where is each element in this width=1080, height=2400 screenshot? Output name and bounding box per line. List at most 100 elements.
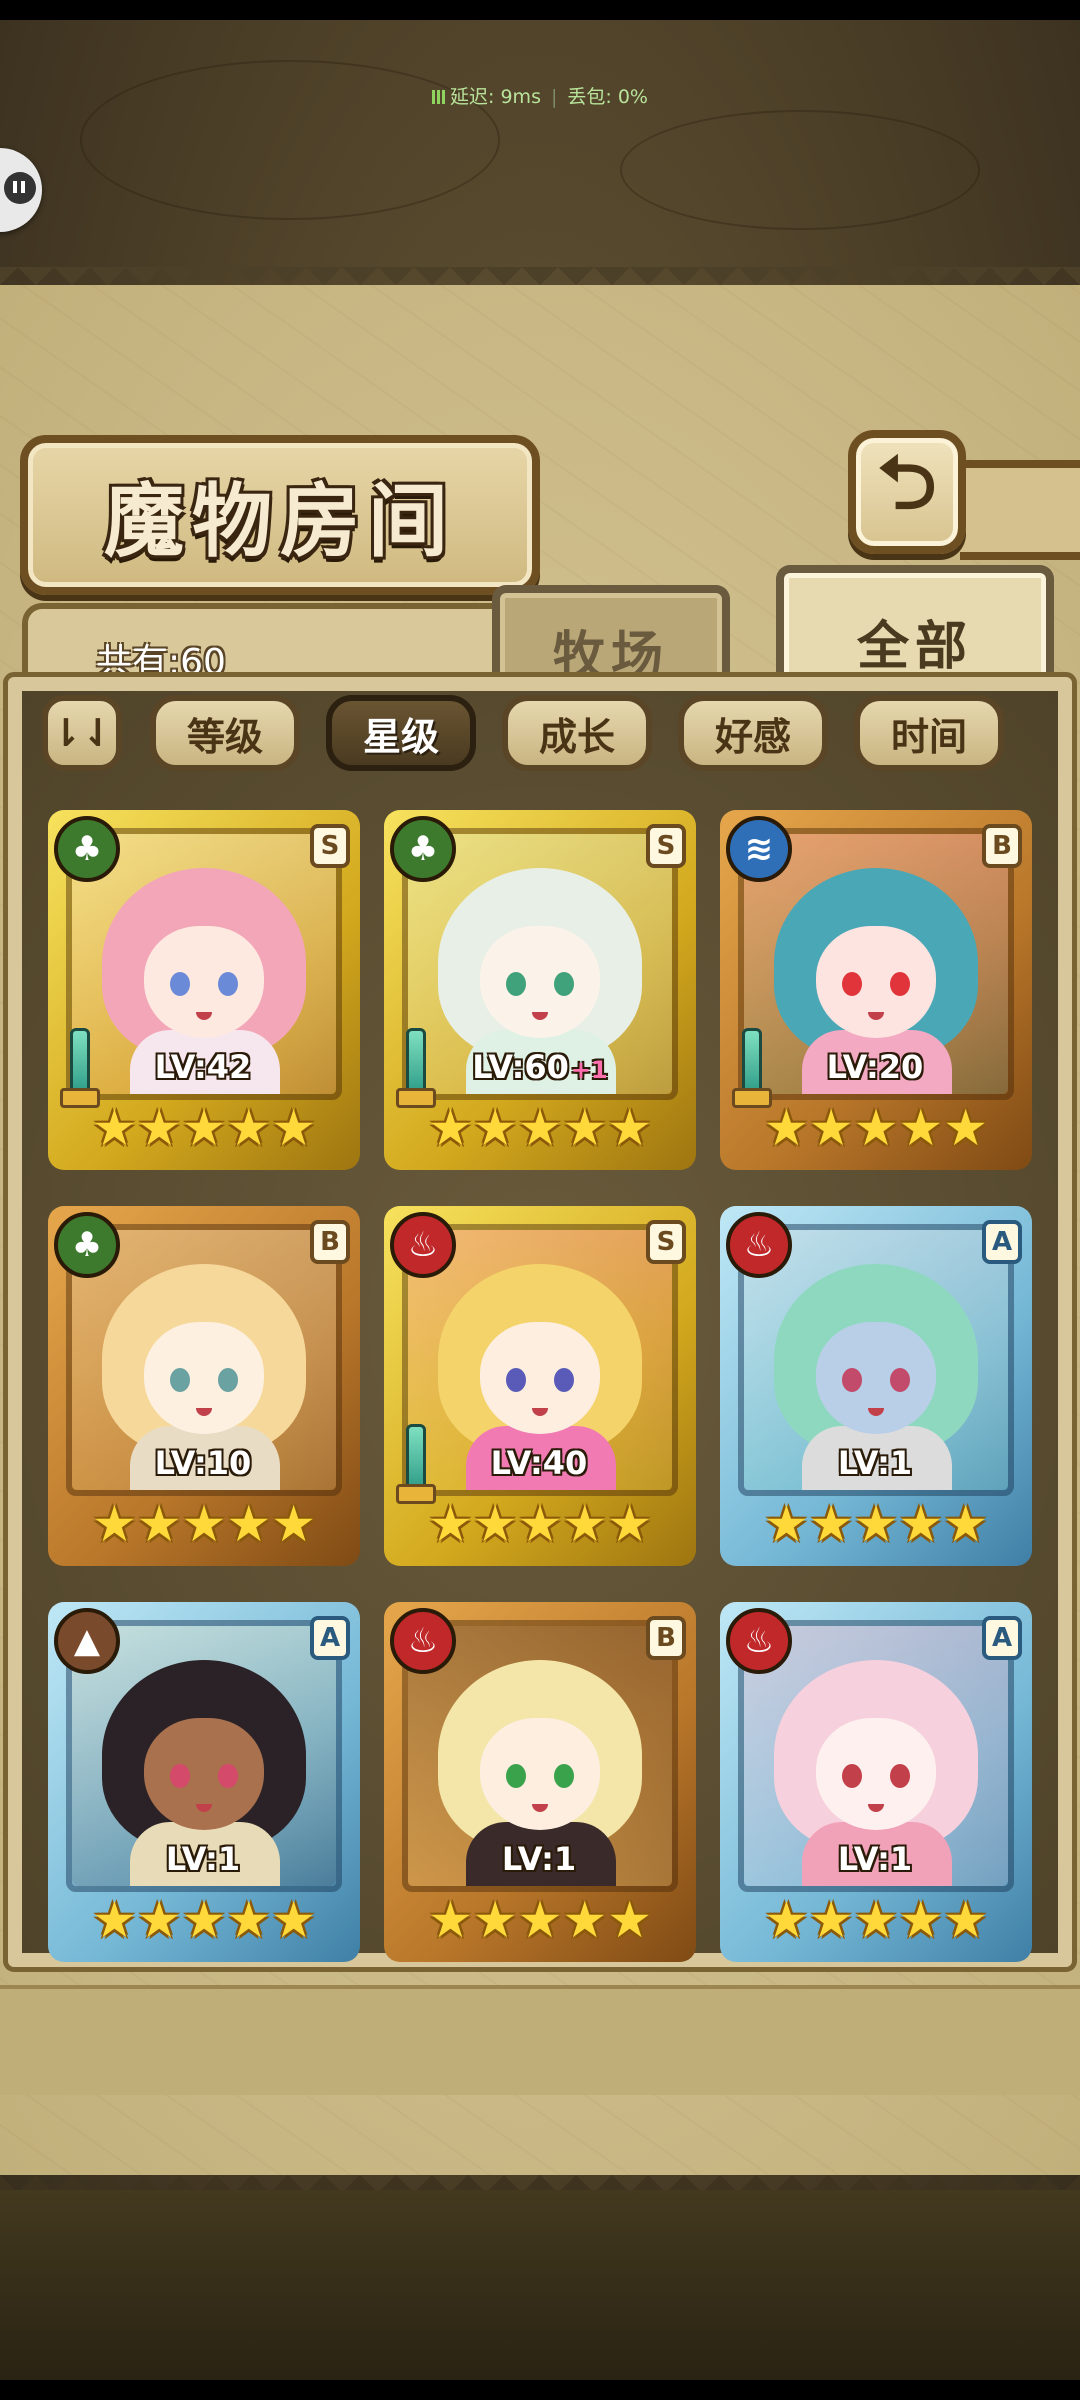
portrait-eye: [218, 972, 238, 996]
portrait-eye: [170, 1764, 190, 1788]
rank-badge: A: [310, 1616, 350, 1660]
monster-level: LV:60+1: [384, 1048, 696, 1086]
star-icons: ★★★★★: [427, 1495, 653, 1553]
sort-order-toggle[interactable]: ⇂⇃: [42, 695, 122, 771]
monster-card[interactable]: ♣ B LV:10 ★★★★★: [48, 1206, 360, 1566]
portrait-face: [144, 926, 264, 1038]
star-rating: ★★★★★: [92, 1496, 316, 1552]
level-text: LV:1: [501, 1840, 577, 1878]
portrait-eye: [842, 1368, 862, 1392]
star-icons: ★★★★★: [91, 1891, 317, 1949]
game-screen: 延迟: 9ms | 丢包: 0% 魔物房间 ⮌ 共有:60 牧场 全部 ⇂⇃ 等级: [0, 20, 1080, 2380]
sort-button-label: 好感: [714, 713, 791, 759]
monster-level: LV:20: [720, 1048, 1032, 1086]
bottom-map-area: [0, 2190, 1080, 2380]
return-arrow-icon: ⮌: [877, 440, 937, 526]
portrait-eye: [554, 1368, 574, 1392]
portrait-eye: [890, 1368, 910, 1392]
element-leaf-icon: ♣: [390, 816, 456, 882]
back-button[interactable]: ⮌: [848, 430, 966, 554]
portrait-eye: [842, 972, 862, 996]
sort-button-label: 等级: [186, 713, 263, 759]
element-leaf-icon: ♣: [54, 816, 120, 882]
monster-card[interactable]: ♣ S LV:42 ★★★★★: [48, 810, 360, 1170]
element-water-icon: ≋: [726, 816, 792, 882]
star-rating: ★★★★★: [428, 1892, 652, 1948]
monster-level: LV:1: [384, 1840, 696, 1878]
portrait-eye: [170, 1368, 190, 1392]
portrait-eye: [554, 1764, 574, 1788]
level-text: LV:10: [154, 1444, 252, 1482]
portrait-eye: [218, 1368, 238, 1392]
portrait-eye: [506, 1368, 526, 1392]
title-plate: 魔物房间: [20, 435, 540, 595]
portrait-eye: [170, 972, 190, 996]
element-earth-icon: ▲: [54, 1608, 120, 1674]
star-rating: ★★★★★: [92, 1100, 316, 1156]
network-status: 延迟: 9ms | 丢包: 0%: [0, 82, 1080, 109]
rank-badge: B: [982, 824, 1022, 868]
star-icons: ★★★★★: [763, 1891, 989, 1949]
portrait-face: [816, 1322, 936, 1434]
monster-card[interactable]: ♨ B LV:1 ★★★★★: [384, 1602, 696, 1962]
panel-top-edge: [0, 267, 1080, 303]
portrait-face: [816, 1718, 936, 1830]
rank-badge: S: [310, 824, 350, 868]
element-fire-icon: ♨: [390, 1608, 456, 1674]
star-icons: ★★★★★: [91, 1099, 317, 1157]
packet-loss-text: 丢包: 0%: [567, 86, 648, 108]
tab-all-label: 全部: [856, 615, 973, 677]
portrait-face: [480, 1718, 600, 1830]
signal-icon: [432, 90, 447, 104]
back-button-tail: [960, 460, 1080, 560]
rank-badge: A: [982, 1616, 1022, 1660]
monster-level: LV:1: [720, 1444, 1032, 1482]
portrait-face: [480, 926, 600, 1038]
level-text: LV:1: [837, 1840, 913, 1878]
sort-button-affection[interactable]: 好感: [678, 695, 828, 771]
portrait-face: [144, 1718, 264, 1830]
portrait-eye: [890, 1764, 910, 1788]
rank-badge: A: [982, 1220, 1022, 1264]
rank-badge: S: [646, 824, 686, 868]
level-text: LV:42: [154, 1048, 252, 1086]
monster-level: LV:40: [384, 1444, 696, 1482]
map-decoration: [620, 110, 980, 230]
sort-button-label: 时间: [890, 713, 967, 759]
monster-card[interactable]: ♨ A LV:1 ★★★★★: [720, 1602, 1032, 1962]
floating-assistant-button[interactable]: [0, 148, 42, 232]
sort-button-stars[interactable]: 星级: [326, 695, 476, 771]
star-icons: ★★★★★: [763, 1495, 989, 1553]
star-icons: ★★★★★: [427, 1099, 653, 1157]
monster-card[interactable]: ♨ A LV:1 ★★★★★: [720, 1206, 1032, 1566]
panel-bottom-edge: [0, 2157, 1080, 2193]
portrait-face: [144, 1322, 264, 1434]
sort-button-time[interactable]: 时间: [854, 695, 1004, 771]
monster-card[interactable]: ≋ B LV:20 ★★★★★: [720, 810, 1032, 1170]
monster-card[interactable]: ♣ S LV:60+1 ★★★★★: [384, 810, 696, 1170]
rank-badge: B: [310, 1220, 350, 1264]
panel-bottom-stripe: [0, 1985, 1080, 2095]
element-fire-icon: ♨: [390, 1212, 456, 1278]
level-text: LV:1: [165, 1840, 241, 1878]
monster-level: LV:1: [48, 1840, 360, 1878]
level-text: LV:40: [490, 1444, 588, 1482]
monster-level: LV:1: [720, 1840, 1032, 1878]
star-icons: ★★★★★: [91, 1495, 317, 1553]
level-text: LV:1: [837, 1444, 913, 1482]
portrait-eye: [218, 1764, 238, 1788]
portrait-face: [816, 926, 936, 1038]
rank-badge: B: [646, 1616, 686, 1660]
monster-card[interactable]: ▲ A LV:1 ★★★★★: [48, 1602, 360, 1962]
monster-card[interactable]: ♨ S LV:40 ★★★★★: [384, 1206, 696, 1566]
star-rating: ★★★★★: [92, 1892, 316, 1948]
portrait-eye: [890, 972, 910, 996]
monster-level: LV:42: [48, 1048, 360, 1086]
level-bonus: +1: [570, 1056, 608, 1084]
sort-button-label: 星级: [362, 713, 439, 759]
sort-button-growth[interactable]: 成长: [502, 695, 652, 771]
star-rating: ★★★★★: [764, 1892, 988, 1948]
level-text: LV:60: [472, 1048, 569, 1086]
monster-room-panel: 魔物房间 ⮌ 共有:60 牧场 全部 ⇂⇃ 等级 星级 成长 好感 时间 ♣ S…: [0, 267, 1080, 2341]
sort-button-level[interactable]: 等级: [150, 695, 300, 771]
